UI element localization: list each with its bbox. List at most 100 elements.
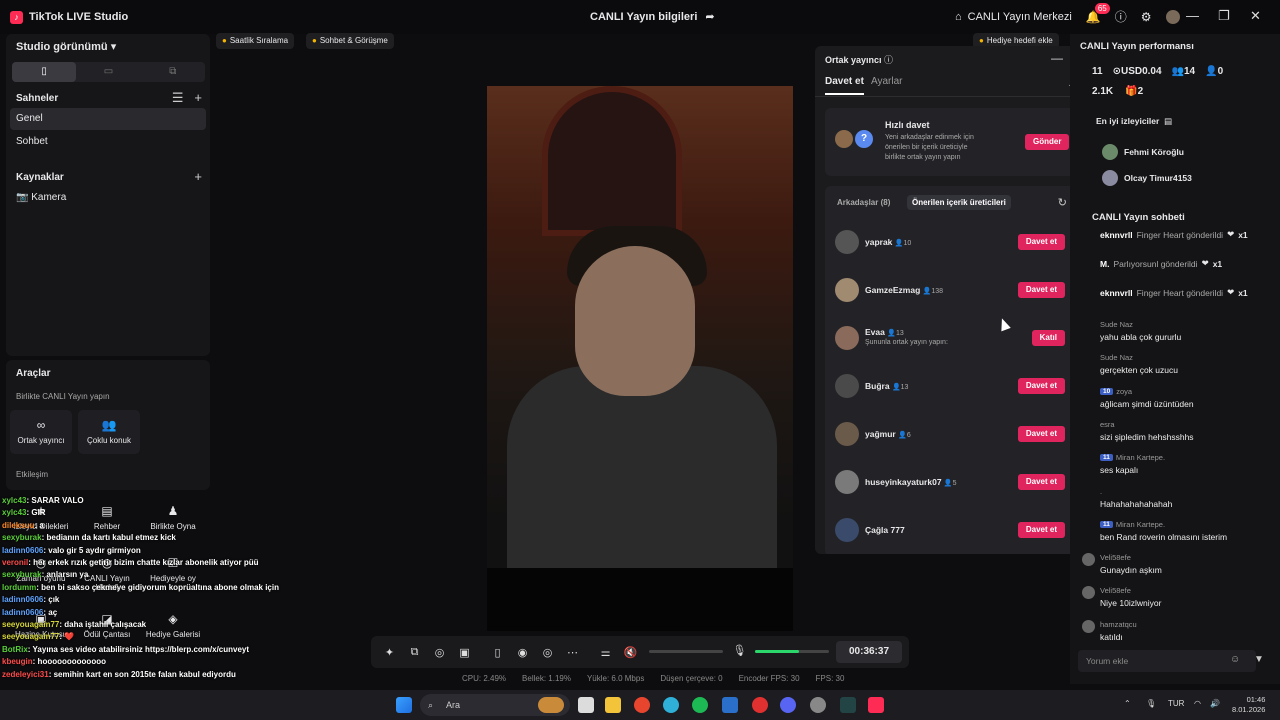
join-button[interactable]: Katıl: [1031, 330, 1065, 346]
hourly-ranking-pill[interactable]: ● Saatlik Sıralama: [216, 33, 295, 49]
windows-start-icon[interactable]: [396, 697, 412, 713]
filter-icon[interactable]: ◎: [427, 646, 452, 659]
help-icon[interactable]: ⓘ: [884, 55, 893, 65]
overlay-chat-line: seeyouagain77: ❤️: [2, 631, 292, 643]
folder-icon[interactable]: [605, 697, 621, 713]
discord-icon[interactable]: [780, 697, 796, 713]
phone-icon[interactable]: ▯: [485, 646, 510, 659]
invite-button[interactable]: Davet et: [1017, 234, 1065, 250]
chat-overlay: xylc43: SARAR VALO xylc43: GIR dileksuu: a…: [2, 495, 292, 681]
comment-author: Veli58efe: [1100, 553, 1131, 563]
clock[interactable]: 01:46 8.01.2026: [1232, 695, 1265, 715]
chat-username: dileksuu: [2, 520, 35, 530]
avatar[interactable]: [1165, 9, 1180, 24]
tiktok-icon[interactable]: [868, 697, 884, 713]
chat-comment: 11 Miran Kartepe. ben Rand roverin olmasın…: [1100, 520, 1270, 542]
camera-toggle-icon[interactable]: ◎: [535, 646, 560, 659]
comment-author: hamzatqcu: [1100, 619, 1137, 629]
invite-button[interactable]: Davet et: [1017, 426, 1065, 442]
minimize-panel-button[interactable]: —: [1051, 51, 1063, 65]
live-center-button[interactable]: ⌂ CANLI Yayın Merkezi: [955, 11, 1072, 23]
send-button[interactable]: Gönder: [1025, 134, 1070, 150]
comment-author: 10 zoya: [1100, 387, 1270, 396]
chat-message: : aç: [43, 607, 58, 617]
volume-icon[interactable]: 🔊: [1210, 699, 1220, 708]
overlay-chat-line: xylc43: SARAR VALO: [2, 495, 292, 507]
list-icon[interactable]: ☰: [172, 90, 184, 105]
tab-invite[interactable]: Davet et: [825, 76, 864, 95]
dual-view-button[interactable]: ⧉: [141, 62, 205, 82]
gift-count: x1: [1238, 229, 1248, 240]
maximize-button[interactable]: ❐: [1218, 8, 1230, 24]
comment-author: Veli58efe: [1100, 586, 1131, 596]
studio-view-dropdown[interactable]: Studio görünümü ▾: [16, 40, 116, 53]
notifications-button[interactable]: 🔔 65: [1086, 2, 1110, 24]
memory-stat: Bellek: 1.19%: [522, 674, 571, 683]
screen-icon[interactable]: ▣: [452, 646, 477, 659]
portrait-view-button[interactable]: ▯: [12, 62, 77, 82]
speaker-volume-slider[interactable]: [649, 650, 723, 653]
share-icon: ➦: [705, 11, 715, 23]
speaker-muted-icon[interactable]: 🔇: [618, 646, 643, 659]
tab-settings[interactable]: Ayarlar: [871, 76, 903, 87]
filter-icon[interactable]: ▼: [1254, 654, 1264, 665]
language-indicator[interactable]: TUR: [1168, 699, 1184, 708]
help-icon[interactable]: ⓘ: [1115, 8, 1127, 25]
widget-icon[interactable]: [538, 697, 564, 713]
more-icon[interactable]: ⋯: [560, 646, 585, 659]
landscape-view-button[interactable]: ▭: [76, 62, 140, 82]
edge-icon[interactable]: [663, 697, 679, 713]
mic-volume-slider[interactable]: [755, 650, 829, 653]
app-icon[interactable]: [840, 697, 856, 713]
close-button[interactable]: ✕: [1250, 8, 1261, 24]
multi-guest-tool[interactable]: 👥 Çoklu konuk: [78, 410, 140, 454]
add-source-icon[interactable]: +: [194, 169, 202, 184]
creator-row: yağmur 👤6 Davet et: [835, 420, 1071, 448]
follower-count: 👤138: [922, 288, 944, 295]
scene-item-sohbet[interactable]: Sohbet: [10, 131, 206, 153]
chat-meet-pill[interactable]: ● Sohbet & Görüşme: [306, 33, 394, 49]
invite-button[interactable]: Davet et: [1017, 474, 1065, 490]
app-icon[interactable]: [810, 697, 826, 713]
cohost-title: Ortak yayıncı ⓘ: [825, 55, 894, 65]
record-icon[interactable]: ◉: [510, 646, 535, 659]
steam-icon[interactable]: [722, 697, 738, 713]
tab-suggested[interactable]: Önerilen içerik üreticileri: [907, 195, 1011, 210]
wifi-icon[interactable]: ◠: [1194, 699, 1201, 708]
chrome-icon[interactable]: [634, 697, 650, 713]
chat-username: xylc43: [2, 496, 27, 505]
gift-text: Finger Heart gönderildi: [1136, 229, 1224, 240]
chevron-up-icon[interactable]: ⌃: [1124, 699, 1131, 708]
gift-count: x1: [1238, 287, 1248, 298]
top-viewers-title[interactable]: En iyi izleyiciler ▤: [1096, 116, 1172, 127]
gear-icon[interactable]: ⚙: [1141, 10, 1152, 24]
taskbar: ⌕ Ara ⌃ 🎙 TUR ◠ 🔊 01:46 8.01.2026: [0, 690, 1280, 720]
scene-item-genel[interactable]: Genel: [10, 108, 206, 130]
top-viewer-item[interactable]: Fehmi Köroğlu: [1102, 144, 1184, 160]
emoji-icon[interactable]: ☺: [1230, 654, 1240, 665]
scenes-actions: ☰ +: [172, 90, 202, 106]
gift-icon: ❤: [1227, 287, 1235, 297]
task-view-icon[interactable]: [578, 697, 594, 713]
app-icon[interactable]: [752, 697, 768, 713]
effects-icon[interactable]: ⧉: [402, 646, 427, 659]
add-scene-icon[interactable]: +: [194, 90, 202, 105]
top-viewer-item[interactable]: Olcay Timur4153: [1102, 170, 1192, 186]
mic-icon[interactable]: 🎙: [727, 644, 752, 657]
cohost-tool[interactable]: ∞ Ortak yayıncı: [10, 410, 72, 454]
invite-button[interactable]: Davet et: [1017, 522, 1065, 538]
magic-icon[interactable]: ✦: [377, 646, 402, 659]
gift-text: Parlıyorsunl gönderildi: [1113, 258, 1198, 269]
minimize-button[interactable]: —: [1186, 8, 1199, 23]
tab-friends[interactable]: Arkadaşlar (8): [837, 198, 890, 207]
refresh-icon[interactable]: ↻: [1058, 196, 1067, 209]
spotify-icon[interactable]: [692, 697, 708, 713]
source-item-camera[interactable]: 📷 Kamera: [10, 187, 206, 209]
creator-name: Buğra 👤13: [865, 381, 909, 391]
invite-button[interactable]: Davet et: [1017, 282, 1065, 298]
mic-icon[interactable]: 🎙: [1146, 699, 1156, 708]
sliders-icon[interactable]: ⚌: [593, 646, 618, 659]
creator-row: Çağla 777 Davet et: [835, 516, 1071, 544]
invite-button[interactable]: Davet et: [1017, 378, 1065, 394]
live-info-button[interactable]: CANLI Yayın bilgileri ➦: [590, 10, 715, 24]
